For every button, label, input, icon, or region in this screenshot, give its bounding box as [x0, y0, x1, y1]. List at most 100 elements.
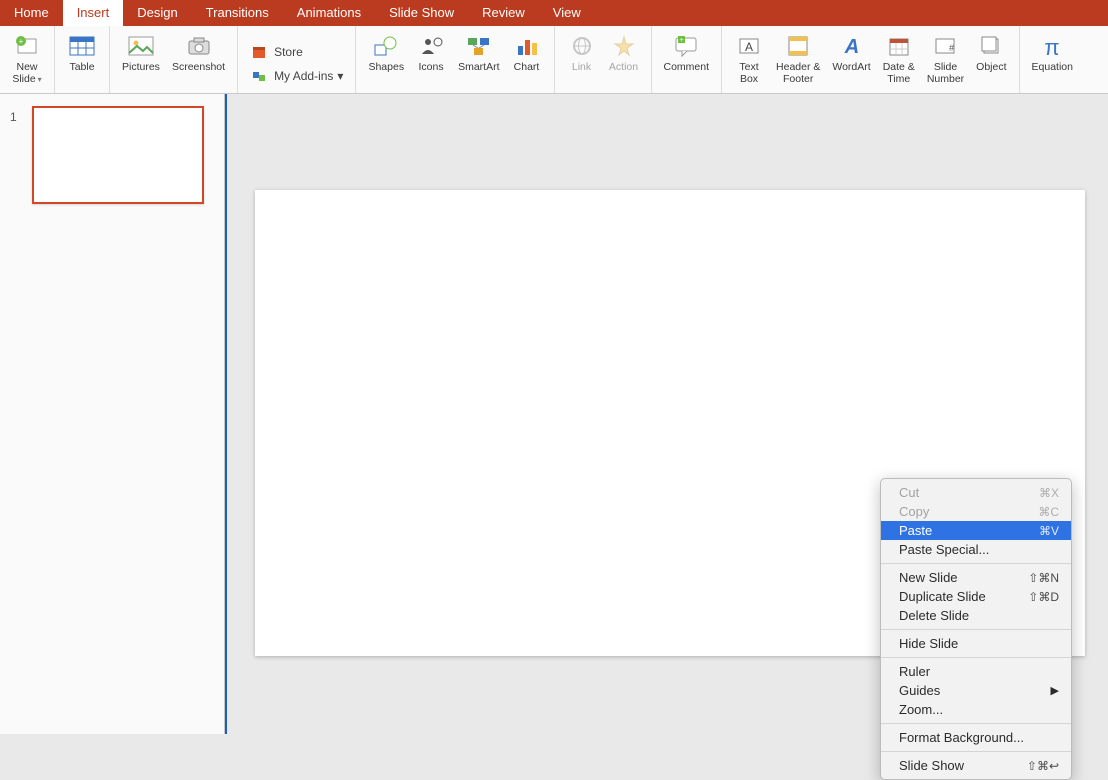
- date-time-icon: [885, 32, 913, 60]
- tab-home[interactable]: Home: [0, 0, 63, 26]
- shapes-button[interactable]: Shapes: [362, 30, 410, 76]
- tab-insert[interactable]: Insert: [63, 0, 124, 26]
- store-icon: [250, 43, 268, 61]
- object-button[interactable]: Object: [970, 30, 1012, 76]
- ctx-new-slide-label: New Slide: [899, 570, 958, 585]
- group-text: A Text Box Header & Footer A WordArt Dat…: [722, 26, 1020, 93]
- store-button[interactable]: Store: [244, 40, 309, 64]
- text-box-icon: A: [735, 32, 763, 60]
- shapes-label: Shapes: [368, 62, 404, 74]
- tab-animations[interactable]: Animations: [283, 0, 375, 26]
- ctx-cut-label: Cut: [899, 485, 919, 500]
- ctx-ruler[interactable]: Ruler: [881, 662, 1071, 681]
- svg-text:π: π: [1045, 35, 1060, 59]
- svg-text:#: #: [949, 43, 954, 53]
- group-table: Table: [55, 26, 110, 93]
- group-symbols: π Equation: [1020, 26, 1085, 93]
- wordart-button[interactable]: A WordArt: [826, 30, 876, 76]
- equation-icon: π: [1038, 32, 1066, 60]
- ctx-copy-label: Copy: [899, 504, 929, 519]
- slide-number-label: Slide Number: [927, 62, 964, 85]
- addins-icon: [250, 67, 268, 85]
- tab-design[interactable]: Design: [123, 0, 191, 26]
- icons-icon: [417, 32, 445, 60]
- date-time-label: Date & Time: [883, 62, 915, 85]
- ctx-paste-shortcut: ⌘V: [1039, 524, 1059, 538]
- group-images: Pictures Screenshot: [110, 26, 238, 93]
- submenu-arrow-icon: ▶: [1051, 684, 1059, 697]
- header-footer-button[interactable]: Header & Footer: [770, 30, 826, 87]
- ribbon: + New Slide▾ Table Pictures Screenshot: [0, 26, 1108, 94]
- workspace: 1 Cut ⌘X Copy ⌘C Paste ⌘V Paste Special.…: [0, 94, 1108, 734]
- chart-icon: [513, 32, 541, 60]
- pictures-button[interactable]: Pictures: [116, 30, 166, 76]
- ctx-duplicate-slide-shortcut: ⇧⌘D: [1028, 590, 1059, 604]
- slide-thumb-number: 1: [10, 110, 17, 124]
- group-illustrations: Shapes Icons SmartArt Chart: [356, 26, 554, 93]
- group-slides: + New Slide▾: [0, 26, 55, 93]
- ctx-separator: [881, 563, 1071, 564]
- link-label: Link: [572, 62, 591, 74]
- ctx-new-slide[interactable]: New Slide ⇧⌘N: [881, 568, 1071, 587]
- ctx-paste[interactable]: Paste ⌘V: [881, 521, 1071, 540]
- icons-button[interactable]: Icons: [410, 30, 452, 76]
- ctx-separator: [881, 657, 1071, 658]
- ctx-delete-slide[interactable]: Delete Slide: [881, 606, 1071, 625]
- screenshot-button[interactable]: Screenshot: [166, 30, 231, 76]
- screenshot-icon: [185, 32, 213, 60]
- tab-view[interactable]: View: [539, 0, 595, 26]
- shapes-icon: [372, 32, 400, 60]
- slide-thumbnail-1[interactable]: [32, 106, 204, 204]
- action-label: Action: [609, 62, 638, 74]
- screenshot-label: Screenshot: [172, 62, 225, 74]
- smartart-icon: [465, 32, 493, 60]
- ctx-hide-slide[interactable]: Hide Slide: [881, 634, 1071, 653]
- canvas-area[interactable]: Cut ⌘X Copy ⌘C Paste ⌘V Paste Special...…: [225, 94, 1108, 734]
- new-slide-button[interactable]: + New Slide▾: [6, 30, 48, 87]
- ctx-copy-shortcut: ⌘C: [1038, 505, 1059, 519]
- text-box-label: Text Box: [739, 62, 758, 85]
- new-slide-label: New Slide▾: [12, 62, 41, 85]
- smartart-button[interactable]: SmartArt: [452, 30, 505, 76]
- svg-text:+: +: [19, 37, 24, 46]
- equation-label: Equation: [1032, 62, 1073, 74]
- my-addins-button[interactable]: My Add-ins▾: [244, 64, 349, 88]
- object-icon: [977, 32, 1005, 60]
- ctx-separator: [881, 751, 1071, 752]
- tab-review[interactable]: Review: [468, 0, 539, 26]
- header-footer-icon: [784, 32, 812, 60]
- table-button[interactable]: Table: [61, 30, 103, 76]
- icons-label: Icons: [419, 62, 444, 74]
- comment-label: Comment: [664, 62, 710, 74]
- tab-transitions[interactable]: Transitions: [192, 0, 283, 26]
- ctx-cut-shortcut: ⌘X: [1039, 486, 1059, 500]
- ctx-guides[interactable]: Guides ▶: [881, 681, 1071, 700]
- tab-slideshow[interactable]: Slide Show: [375, 0, 468, 26]
- ctx-cut: Cut ⌘X: [881, 483, 1071, 502]
- equation-button[interactable]: π Equation: [1026, 30, 1079, 76]
- svg-text:+: +: [680, 37, 684, 44]
- pictures-label: Pictures: [122, 62, 160, 74]
- group-addins: Store My Add-ins▾: [238, 26, 356, 93]
- chart-label: Chart: [514, 62, 540, 74]
- context-menu: Cut ⌘X Copy ⌘C Paste ⌘V Paste Special...…: [880, 478, 1072, 780]
- ctx-ruler-label: Ruler: [899, 664, 930, 679]
- ctx-slide-show-shortcut: ⇧⌘↩: [1027, 759, 1059, 773]
- slide-panel[interactable]: 1: [0, 94, 225, 734]
- date-time-button[interactable]: Date & Time: [877, 30, 921, 87]
- comment-icon: +: [672, 32, 700, 60]
- wordart-icon: A: [838, 32, 866, 60]
- ctx-paste-special[interactable]: Paste Special...: [881, 540, 1071, 559]
- text-box-button[interactable]: A Text Box: [728, 30, 770, 87]
- ctx-zoom[interactable]: Zoom...: [881, 700, 1071, 719]
- slide-number-button[interactable]: # Slide Number: [921, 30, 970, 87]
- header-footer-label: Header & Footer: [776, 62, 820, 85]
- wordart-label: WordArt: [832, 62, 870, 74]
- ctx-duplicate-slide-label: Duplicate Slide: [899, 589, 986, 604]
- ctx-format-background[interactable]: Format Background...: [881, 728, 1071, 747]
- comment-button[interactable]: + Comment: [658, 30, 716, 76]
- ctx-slide-show[interactable]: Slide Show ⇧⌘↩: [881, 756, 1071, 775]
- action-button: Action: [603, 30, 645, 76]
- ctx-duplicate-slide[interactable]: Duplicate Slide ⇧⌘D: [881, 587, 1071, 606]
- chart-button[interactable]: Chart: [506, 30, 548, 76]
